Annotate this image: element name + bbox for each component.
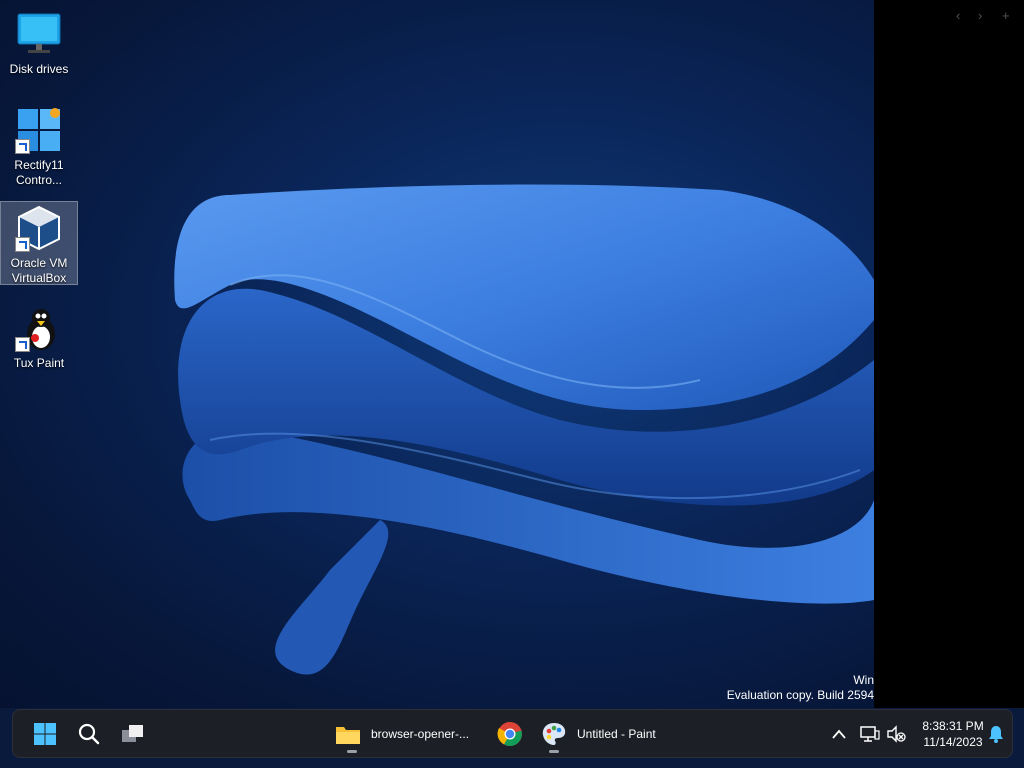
watermark-line-2: Evaluation copy. Build 2594 — [726, 688, 874, 702]
running-indicator — [549, 750, 559, 753]
desktop-icon-label: Contro... — [15, 173, 63, 187]
volume-button[interactable] — [885, 710, 907, 757]
desktop-icon-virtualbox[interactable]: Oracle VM VirtualBox — [0, 201, 78, 285]
desktop-icon-label: Tux Paint — [13, 356, 65, 370]
tux-paint-icon — [15, 304, 63, 352]
chevron-up-icon — [832, 729, 846, 739]
taskbar-app-paint[interactable]: Untitled - Paint — [541, 710, 681, 757]
running-indicator — [347, 750, 357, 753]
watermark-line-1: Win — [853, 673, 874, 687]
desktop-icon-disk-drives[interactable]: Disk drives — [1, 8, 77, 77]
rectify11-icon — [15, 106, 63, 154]
clock-date: 11/14/2023 — [923, 735, 983, 749]
windows-logo-icon — [34, 722, 56, 745]
monitor-icon — [15, 10, 63, 58]
taskbar-app-label: browser-opener-... — [371, 726, 470, 741]
desktop-icon-label: Oracle VM — [10, 256, 68, 270]
taskbar: browser-opener-... Untitled - Paint 8:38… — [12, 709, 1013, 758]
clock-time: 8:38:31 PM — [922, 719, 984, 733]
desktop-icon-tux-paint[interactable]: Tux Paint — [1, 302, 77, 371]
desktop-icon-rectify11[interactable]: Rectify11 Contro... — [1, 104, 77, 188]
search-icon — [78, 723, 100, 744]
shortcut-arrow-icon — [15, 139, 30, 154]
task-view-icon — [122, 724, 143, 742]
chrome-icon — [497, 721, 522, 746]
start-button[interactable] — [29, 710, 61, 757]
task-view-button[interactable] — [117, 710, 149, 757]
system-clock[interactable]: 8:38:31 PM 11/14/2023 — [913, 718, 993, 750]
panel-back-button[interactable]: ‹ — [956, 8, 960, 23]
bell-icon — [989, 725, 1003, 743]
search-button[interactable] — [73, 710, 105, 757]
taskbar-app-file-explorer[interactable]: browser-opener-... — [335, 710, 475, 757]
panel-forward-button[interactable]: › — [978, 8, 982, 23]
folder-icon — [336, 726, 360, 744]
desktop-icon-label: Disk drives — [9, 62, 69, 76]
network-icon — [860, 725, 880, 742]
desktop[interactable]: ‹ › + Disk drives Rectify11 Contro... Or… — [0, 0, 1024, 708]
notifications-button[interactable] — [985, 710, 1007, 757]
virtualbox-icon — [15, 204, 63, 252]
shortcut-arrow-icon — [15, 237, 30, 252]
taskbar-app-label: Untitled - Paint — [577, 726, 656, 741]
taskbar-app-chrome[interactable] — [497, 710, 527, 757]
paint-palette-icon — [542, 722, 566, 745]
panel-add-button[interactable]: + — [1002, 8, 1010, 23]
shortcut-arrow-icon — [15, 337, 30, 352]
side-panel: ‹ › + — [874, 0, 1024, 708]
volume-muted-icon — [887, 724, 906, 743]
wallpaper-bloom — [174, 184, 875, 675]
evaluation-watermark: Win Evaluation copy. Build 2594 — [727, 673, 874, 703]
tray-overflow-button[interactable] — [827, 710, 851, 757]
desktop-icon-label: Rectify11 — [14, 158, 64, 172]
desktop-icon-label: VirtualBox — [11, 271, 67, 285]
network-button[interactable] — [859, 710, 881, 757]
